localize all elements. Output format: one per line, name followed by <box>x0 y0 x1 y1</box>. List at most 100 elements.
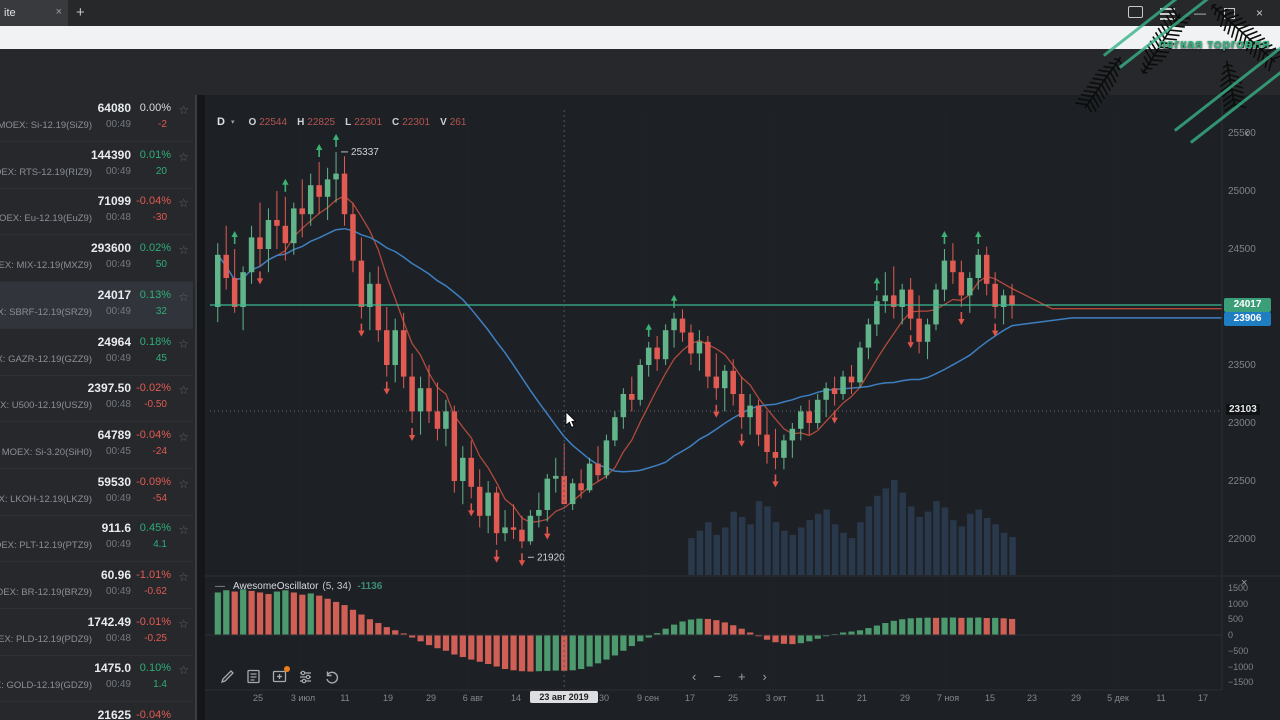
instrument-price: 2397.50 <box>87 381 131 396</box>
oscillator-params: (5, 34) <box>322 581 352 592</box>
zoom-out-button[interactable]: − <box>713 669 721 684</box>
oscillator-axis-label: 500 <box>1228 614 1244 625</box>
ohlc-key: C <box>392 116 400 128</box>
timeframe-button[interactable]: D <box>217 116 225 128</box>
favorite-star-icon[interactable]: ☆ <box>178 477 189 491</box>
favorite-star-icon[interactable]: ☆ <box>178 103 189 117</box>
watchlist-row[interactable]: 2397.50 -0.02% 00:48 -0.50 ☆ MOEX: U500-12.19… <box>0 375 193 423</box>
instrument-change-abs: -2 <box>158 119 167 130</box>
instrument-code: MOEX: U500-12.19(USZ9) <box>0 400 92 412</box>
instrument-code: MOEX: RTS-12.19(RIZ9) <box>0 166 92 178</box>
instrument-change-pct: -0.04% <box>136 428 171 441</box>
favorite-star-icon[interactable]: ☆ <box>178 383 189 397</box>
menu-icon[interactable] <box>1160 8 1175 10</box>
instrument-price: 1475.0 <box>94 661 131 676</box>
favorite-star-icon[interactable]: ☆ <box>178 430 189 444</box>
ohlc-values: O 22544 H 22825 L 22301 C 22301 V 261 <box>248 117 476 128</box>
collapse-icon[interactable]: — <box>215 581 225 592</box>
price-axis-label: 25000 <box>1228 186 1256 197</box>
watchlist-icon[interactable] <box>245 668 262 685</box>
favorite-star-icon[interactable]: ☆ <box>178 337 189 351</box>
price-axis-label: 25500 <box>1228 128 1256 139</box>
favorite-star-icon[interactable]: ☆ <box>178 150 189 164</box>
watchlist-row[interactable]: 59530 -0.09% 00:49 -54 ☆ MOEX: LKOH-12.19(LKZ… <box>0 469 193 516</box>
instrument-code: MOEX: GOLD-12.19(GDZ9) <box>0 680 92 692</box>
instrument-change-pct: 0.00% <box>139 102 171 114</box>
scroll-left-button[interactable]: ‹ <box>692 669 696 684</box>
oscillator-header: — AwesomeOscillator (5, 34) -1136 <box>215 581 382 592</box>
favorite-star-icon[interactable]: ☆ <box>178 196 189 210</box>
close-button[interactable]: × <box>1256 7 1263 19</box>
favorite-star-icon[interactable]: ☆ <box>178 617 189 631</box>
instrument-change-pct: -0.01% <box>136 615 171 628</box>
watchlist-row[interactable]: 1475.0 0.10% 00:49 1.4 ☆ MOEX: GOLD-12.19(GDZ… <box>0 655 193 703</box>
watchlist-row[interactable]: 911.6 0.45% 00:49 4.1 ☆ MOEX: PLT-12.19(PTZ9) <box>0 515 193 563</box>
instrument-change-pct: 0.10% <box>139 662 171 675</box>
ma-value-badge: 23906 <box>1224 312 1271 326</box>
instrument-time: 00:48 <box>105 632 131 644</box>
restore-button[interactable] <box>1224 8 1235 19</box>
oscillator-axis-label: −1500 <box>1228 677 1254 688</box>
instrument-time: 00:49 <box>105 259 131 271</box>
watchlist-row[interactable]: 60.96 -1.01% 00:49 -0.62 ☆ MOEX: BR-12.19(BRZ… <box>0 562 193 609</box>
oscillator-axis-label: −1000 <box>1228 661 1254 672</box>
instrument-change-pct: 0.18% <box>139 335 171 348</box>
draw-icon[interactable] <box>219 668 236 685</box>
watchlist-row[interactable]: 24964 0.18% 00:49 45 ☆ MOEX: GAZR-12.19(GZZ9) <box>0 329 193 376</box>
browser-tab[interactable]: ite × <box>0 0 68 26</box>
instrument-change-pct: 0.02% <box>139 242 171 255</box>
undo-icon[interactable] <box>323 668 340 685</box>
watchlist-row[interactable]: 24017 0.13% 00:49 32 ☆ MOEX: SBRF-12.19(SRZ9) <box>0 281 193 329</box>
chevron-left-icon[interactable]: ‹ <box>1245 125 1249 140</box>
instrument-time: 00:48 <box>105 399 131 411</box>
level-price-label: 23103 <box>1226 404 1260 415</box>
favorite-star-icon[interactable]: ☆ <box>178 663 189 677</box>
instrument-price: 71099 <box>97 194 131 209</box>
zoom-in-button[interactable]: + <box>738 669 746 684</box>
price-chart[interactable]: 25337 21920 <box>205 95 1280 720</box>
instrument-time: 00:49 <box>105 165 131 177</box>
instrument-time: 00:49 <box>105 679 131 691</box>
favorite-star-icon[interactable]: ☆ <box>178 523 189 537</box>
instrument-change-abs: 45 <box>155 352 167 364</box>
cast-icon[interactable] <box>1128 6 1143 18</box>
watchlist-row[interactable]: 21625 -0.04% <box>0 702 193 720</box>
tab-close-icon[interactable]: × <box>56 6 62 18</box>
price-axis-label: 23000 <box>1228 418 1256 429</box>
instrument-code: MOEX: Si-12.19(SiZ9) <box>0 120 92 131</box>
watchlist-row[interactable]: 293600 0.02% 00:49 50 ☆ MOEX: MIX-12.19(MXZ9) <box>0 235 193 283</box>
favorite-star-icon[interactable]: ☆ <box>178 243 189 257</box>
watchlist-row[interactable]: 64080 0.00% 00:49 -2 ☆ MOEX: Si-12.19(SiZ9) <box>0 95 193 142</box>
instrument-price: 21625 <box>97 708 131 720</box>
instrument-change-pct: -0.04% <box>136 195 171 208</box>
new-tab-button[interactable]: + <box>76 4 85 21</box>
scroll-right-button[interactable]: › <box>763 669 767 684</box>
instrument-change-pct: 0.01% <box>139 148 171 161</box>
instrument-code: MOEX: GAZR-12.19(GZZ9) <box>0 353 92 365</box>
watchlist-row[interactable]: 144390 0.01% 00:49 20 ☆ MOEX: RTS-12.19(RIZ9) <box>0 142 193 189</box>
favorite-star-icon[interactable]: ☆ <box>178 290 189 304</box>
ohlc-value: 22301 <box>354 116 383 128</box>
price-axis-label: 22500 <box>1228 476 1256 487</box>
instrument-code: MOEX: SBRF-12.19(SRZ9) <box>0 306 92 318</box>
watchlist-row[interactable]: 64789 -0.04% 00:45 -24 ☆ MOEX: Si-3.20(SiH0) <box>0 422 193 469</box>
instrument-change-abs: 4.1 <box>153 539 167 551</box>
time-axis-label: 17 <box>1197 693 1208 703</box>
instrument-code: MOEX: MIX-12.19(MXZ9) <box>0 260 92 272</box>
watchlist-row[interactable]: 1742.49 -0.01% 00:48 -0.25 ☆ MOEX: PLD-12.19(… <box>0 609 193 656</box>
oscillator-close-icon[interactable]: × <box>1241 577 1247 589</box>
svg-text:25337: 25337 <box>351 147 379 158</box>
instrument-price: 64789 <box>97 427 131 442</box>
svg-text:21920: 21920 <box>537 552 565 563</box>
minimize-button[interactable]: — <box>1194 7 1206 19</box>
last-price-badge: 24017 <box>1224 298 1271 312</box>
add-indicator-icon[interactable] <box>271 666 290 685</box>
settings-sliders-icon[interactable] <box>297 668 314 685</box>
instrument-time: 00:45 <box>105 445 131 457</box>
timeframe-caret-icon[interactable]: ▾ <box>231 118 235 126</box>
watchlist-row[interactable]: 71099 -0.04% 00:48 -30 ☆ MOEX: Eu-12.19(EuZ9) <box>0 188 193 236</box>
instrument-price: 293600 <box>90 241 131 256</box>
oscillator-name: AwesomeOscillator <box>233 581 319 592</box>
favorite-star-icon[interactable]: ☆ <box>178 570 189 584</box>
ohlc-value: 22301 <box>402 116 431 128</box>
